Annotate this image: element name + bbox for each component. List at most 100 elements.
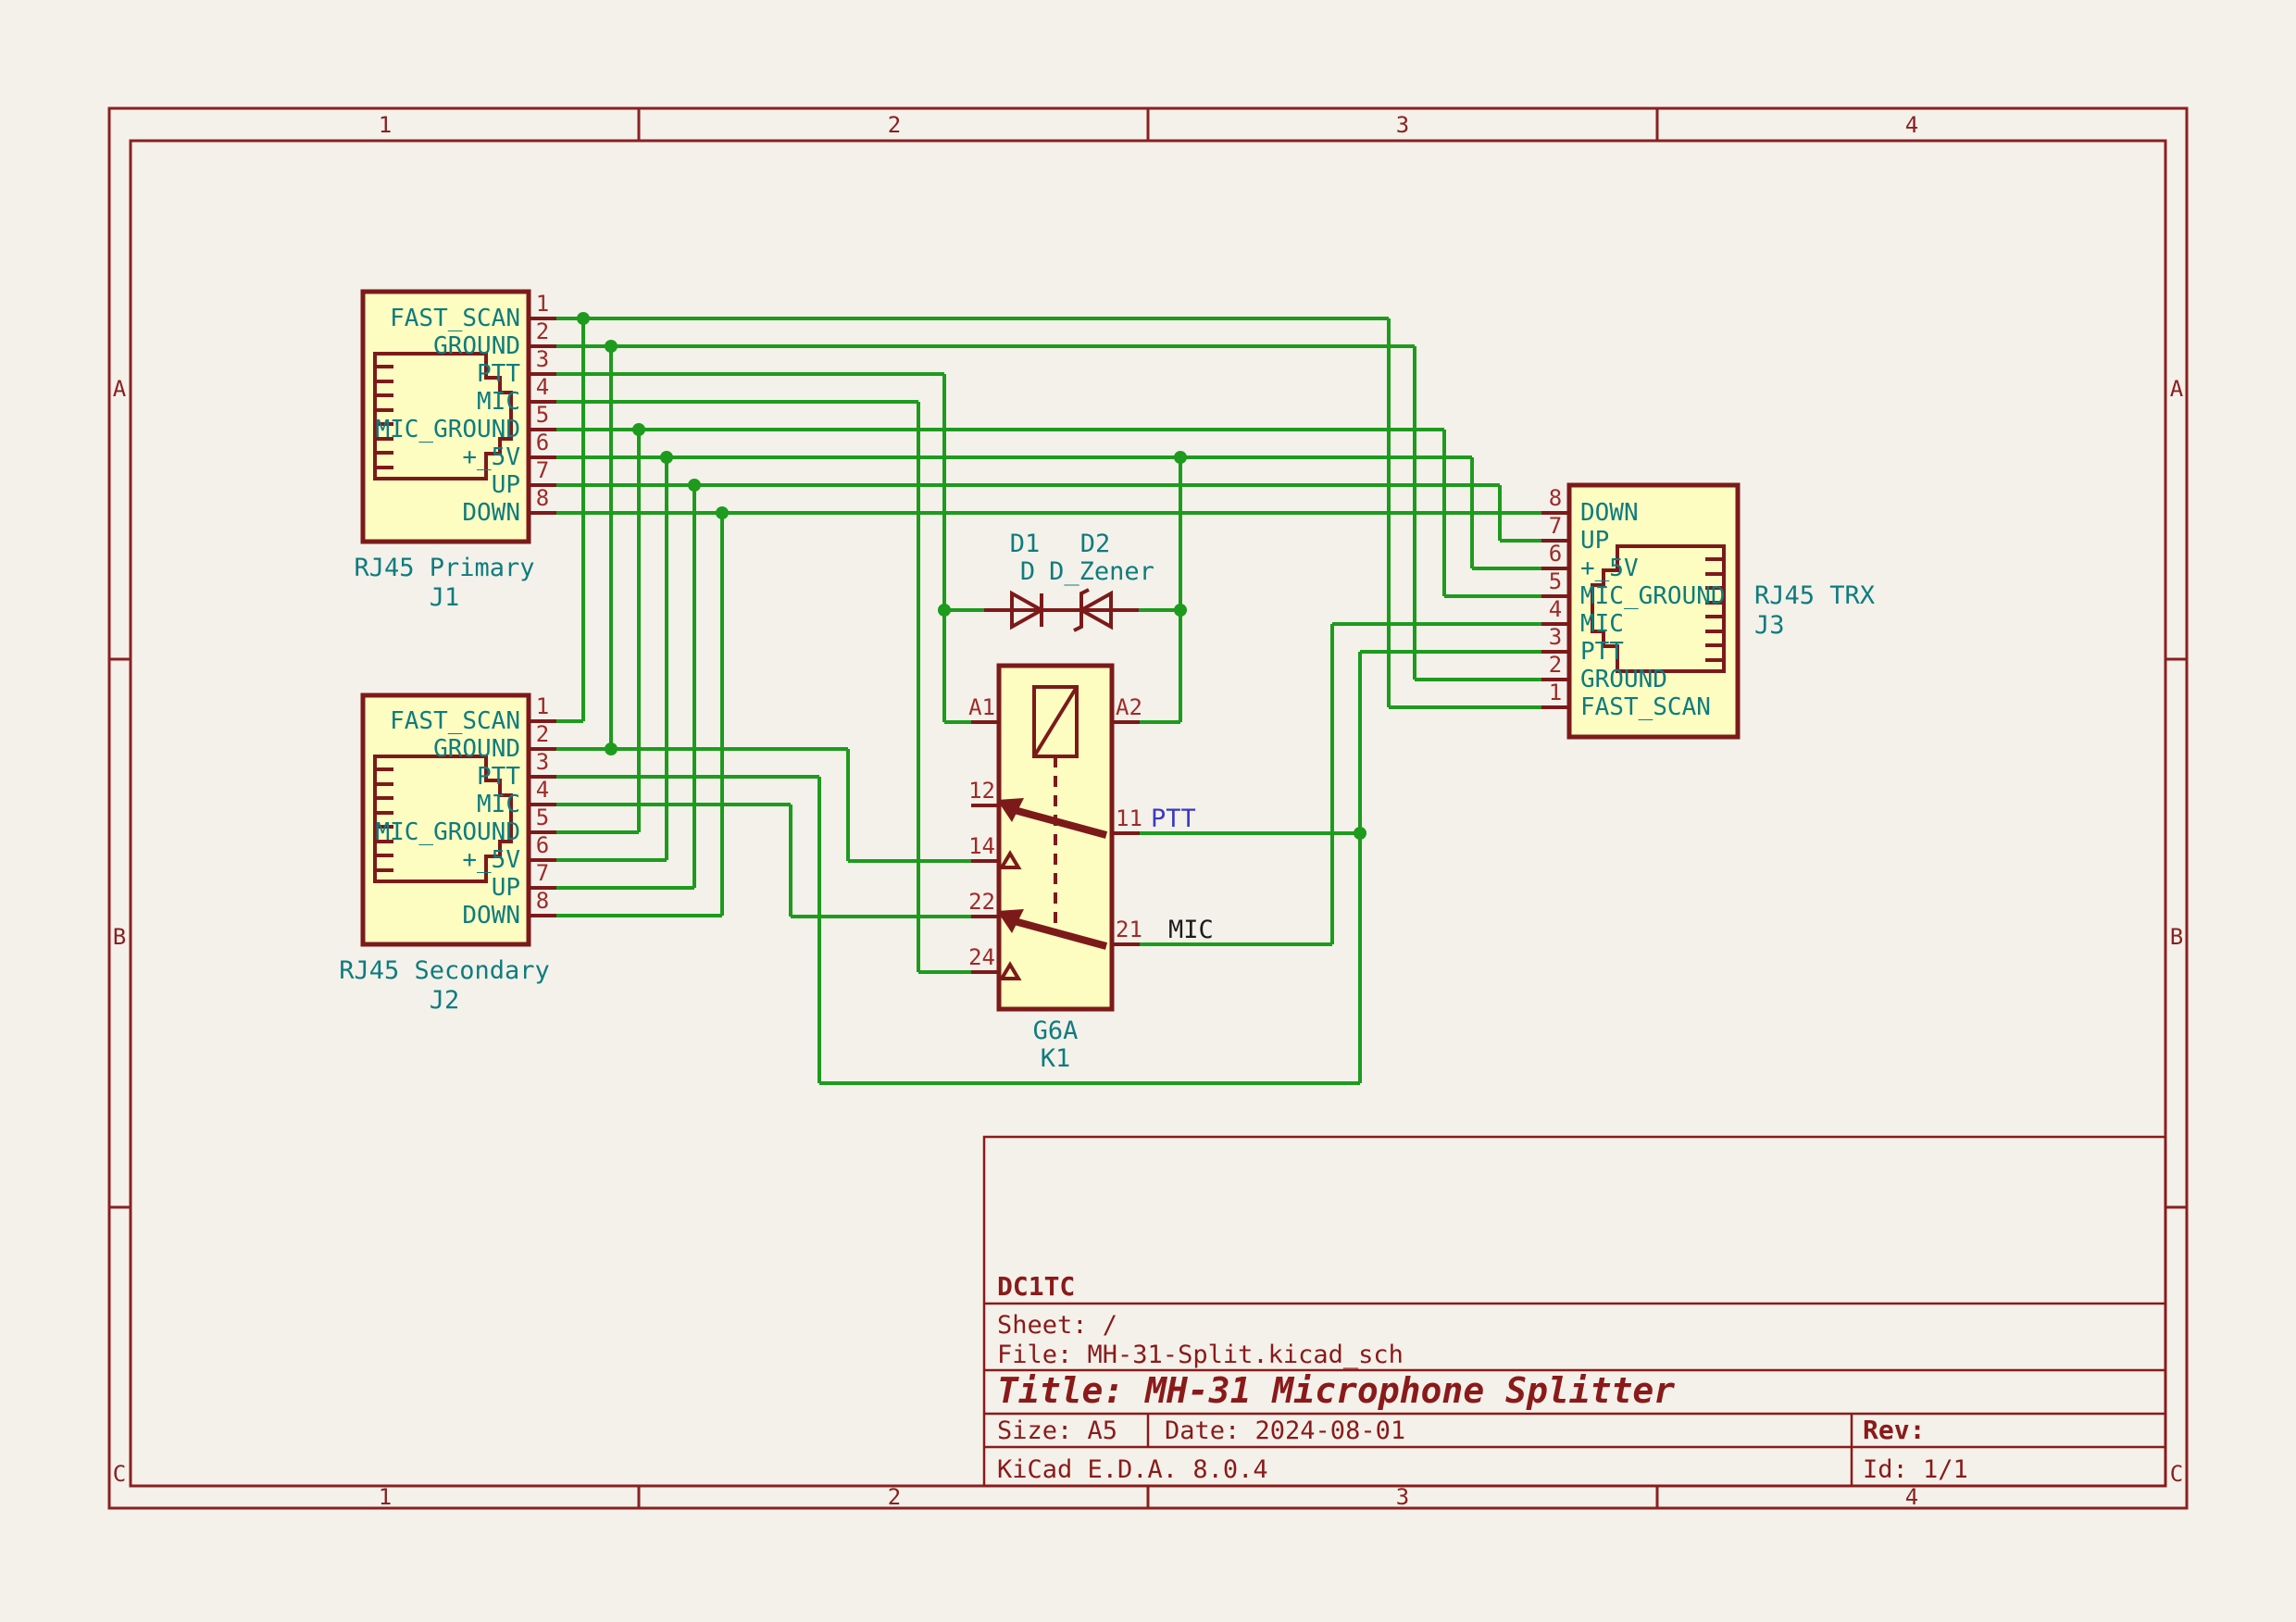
j3-pin-number: 5 — [1549, 568, 1562, 594]
j1-pin-number: 4 — [536, 374, 549, 400]
wire-junction — [605, 742, 618, 755]
j3-pin-name: MIC_GROUND — [1580, 582, 1726, 610]
frame-col-label: 3 — [1396, 112, 1409, 138]
title-block-tool: KiCad E.D.A. 8.0.4 — [997, 1455, 1268, 1484]
j3-pin-name: GROUND — [1580, 666, 1667, 693]
j2-pin-number: 8 — [536, 888, 549, 914]
k1-pin-22: 22 — [968, 889, 995, 915]
wire-junction — [577, 312, 590, 325]
j2-pin-name: DOWN — [462, 902, 520, 930]
j3-pin-name: PTT — [1580, 638, 1624, 666]
j2-pin-name: GROUND — [433, 735, 520, 763]
frame-col-label: 2 — [888, 1484, 901, 1510]
j2-pin-number: 5 — [536, 805, 549, 830]
j3-pin-name: UP — [1580, 527, 1609, 555]
connector-j1[interactable]: 1 2 3 4 5 6 7 8 FAST_SCAN GROUND PTT MIC… — [354, 291, 556, 612]
d2-value: D_Zener — [1049, 557, 1154, 586]
frame-row-label: B — [2170, 924, 2183, 950]
net-label-ptt[interactable]: PTT — [1151, 805, 1196, 833]
j1-pin-name: MIC — [477, 388, 520, 416]
j3-ref: J3 — [1754, 611, 1785, 640]
net-label-mic[interactable]: MIC — [1168, 916, 1214, 944]
wire-junction — [660, 451, 673, 464]
relay-k1[interactable]: A1 A2 12 14 22 24 11 21 G6A K1 — [968, 666, 1142, 1073]
j2-pin-number: 7 — [536, 860, 549, 886]
title-block-company: DC1TC — [997, 1271, 1075, 1302]
title-block-border — [984, 1137, 2165, 1486]
k1-pin-24: 24 — [968, 944, 995, 970]
title-block: DC1TC Sheet: / File: MH-31-Split.kicad_s… — [984, 1137, 2165, 1486]
j2-ref: J2 — [430, 986, 460, 1015]
j3-pin-number: 4 — [1549, 596, 1562, 622]
wire-junction — [688, 479, 701, 492]
j1-pin-name: +_5V — [462, 443, 520, 471]
j2-pin-number: 2 — [536, 721, 549, 747]
j3-pin-name: DOWN — [1580, 499, 1639, 527]
frame-col-label: 4 — [1905, 112, 1918, 138]
schematic-canvas[interactable]: 1 2 3 4 1 2 3 4 A B C A B C — [0, 0, 2296, 1618]
title-block-sheet: Sheet: / — [997, 1311, 1117, 1340]
title-block-rev: Rev: — [1863, 1415, 1925, 1445]
frame-col-label: 3 — [1396, 1484, 1409, 1510]
title-block-file: File: MH-31-Split.kicad_sch — [997, 1341, 1404, 1369]
title-block-size: Size: A5 — [997, 1416, 1117, 1445]
j1-pin-name: MIC_GROUND — [375, 416, 520, 443]
j1-pin-number: 5 — [536, 402, 549, 428]
connector-j2[interactable]: 1 2 3 4 5 6 7 8 FAST_SCAN GROUND PTT MIC… — [339, 693, 556, 1015]
j1-pin-number: 7 — [536, 457, 549, 483]
j1-pin-name: PTT — [477, 360, 520, 388]
j2-pin-number: 4 — [536, 777, 549, 803]
wire-junction — [1354, 827, 1366, 840]
diode-d2[interactable]: D2 D_Zener — [1049, 530, 1154, 630]
frame-col-label: 1 — [379, 112, 392, 138]
j1-pin-number: 1 — [536, 291, 549, 317]
j2-pin-number: 3 — [536, 749, 549, 775]
title-block-title: Title: MH-31 Microphone Splitter — [997, 1370, 1675, 1411]
wire-junction — [632, 423, 645, 436]
frame-row-label: A — [2170, 376, 2184, 402]
k1-pin-a1: A1 — [968, 694, 995, 720]
j1-pin-name: GROUND — [433, 332, 520, 360]
j2-pin-name: UP — [492, 874, 520, 902]
k1-pin-12: 12 — [968, 778, 995, 804]
d1-value: D — [1020, 557, 1035, 586]
j1-ref: J1 — [430, 583, 460, 612]
wire-junction — [716, 506, 729, 519]
k1-pin-14: 14 — [968, 833, 995, 859]
j3-pin-number: 3 — [1549, 624, 1562, 650]
title-block-date: Date: 2024-08-01 — [1165, 1416, 1405, 1445]
j3-pin-number: 2 — [1549, 652, 1562, 678]
j2-pin-name: MIC_GROUND — [375, 818, 520, 846]
j3-pin-number: 6 — [1549, 541, 1562, 567]
frame-col-label: 2 — [888, 112, 901, 138]
connector-j3[interactable]: 8 7 6 5 4 3 2 1 DOWN UP +_5V MIC_GROUND … — [1541, 485, 1875, 737]
j2-pin-number: 6 — [536, 832, 549, 858]
j3-pin-number: 1 — [1549, 680, 1562, 705]
k1-pin-a2: A2 — [1116, 694, 1142, 720]
d2-ref: D2 — [1080, 530, 1111, 558]
wire-junction — [1174, 451, 1187, 464]
j2-value: RJ45 Secondary — [339, 956, 550, 985]
j3-pin-name: +_5V — [1580, 555, 1639, 582]
j3-pin-name: MIC — [1580, 610, 1624, 638]
j2-pin-name: MIC — [477, 791, 520, 818]
j1-pin-number: 8 — [536, 485, 549, 511]
frame-row-label: A — [113, 376, 127, 402]
j2-pin-name: +_5V — [462, 846, 520, 874]
k1-value: G6A — [1033, 1017, 1079, 1045]
j3-pin-number: 7 — [1549, 513, 1562, 539]
j1-pin-number: 2 — [536, 318, 549, 344]
j1-pin-number: 3 — [536, 346, 549, 372]
j3-pin-name: FAST_SCAN — [1580, 693, 1711, 721]
j1-value: RJ45 Primary — [354, 554, 534, 582]
j1-pin-name: UP — [492, 471, 520, 499]
j1-pin-number: 6 — [536, 430, 549, 455]
j2-pin-name: FAST_SCAN — [390, 707, 520, 735]
d1-ref: D1 — [1010, 530, 1041, 558]
wire-junction — [605, 340, 618, 353]
frame-row-label: C — [113, 1461, 126, 1487]
frame-col-label: 4 — [1905, 1484, 1918, 1510]
j2-pin-number: 1 — [536, 693, 549, 719]
wire-junction — [1174, 604, 1187, 617]
j1-pin-name: DOWN — [462, 499, 520, 527]
